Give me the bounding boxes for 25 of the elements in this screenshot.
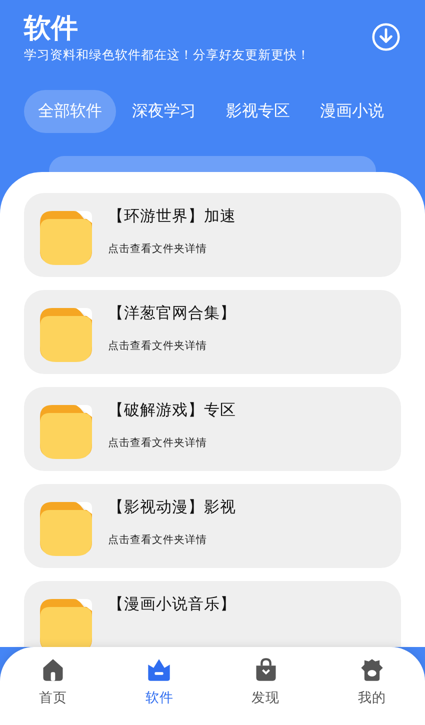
page-subtitle: 学习资料和绿色软件都在这！分享好友更新更快！ — [24, 46, 310, 64]
folder-title: 【洋葱官网合集】 — [108, 303, 236, 324]
nav-tab[interactable]: 首页 — [0, 647, 106, 725]
category-tab[interactable]: 漫画小说 — [306, 90, 398, 133]
folder-card[interactable]: 【漫画小说音乐】 — [24, 581, 401, 647]
folder-title: 【破解游戏】专区 — [108, 400, 236, 421]
folder-hint: 点击查看文件夹详情 — [108, 436, 208, 450]
folder-card[interactable]: 【洋葱官网合集】 点击查看文件夹详情 — [24, 290, 401, 374]
download-icon[interactable] — [371, 22, 401, 52]
nav-tab[interactable]: 软件 — [106, 647, 212, 725]
folder-title: 【环游世界】加速 — [108, 206, 236, 227]
category-tab[interactable]: 影视专区 — [212, 90, 304, 133]
nav-tab[interactable]: 我的 — [318, 647, 425, 725]
folder-title: 【影视动漫】影视 — [108, 497, 236, 518]
folder-hint: 点击查看文件夹详情 — [108, 339, 208, 353]
folder-hint: 点击查看文件夹详情 — [108, 242, 208, 256]
page-title: 软件 — [24, 12, 79, 46]
crown-icon — [146, 657, 172, 683]
nav-tab[interactable]: 发现 — [212, 647, 319, 725]
category-tab[interactable]: 深夜学习 — [118, 90, 210, 133]
folder-card[interactable]: 【破解游戏】专区 点击查看文件夹详情 — [24, 387, 401, 471]
folder-card[interactable]: 【环游世界】加速 点击查看文件夹详情 — [24, 193, 401, 277]
folder-card[interactable]: 【影视动漫】影视 点击查看文件夹详情 — [24, 484, 401, 568]
folder-title: 【漫画小说音乐】 — [108, 594, 236, 615]
folder-hint: 点击查看文件夹详情 — [108, 533, 208, 547]
